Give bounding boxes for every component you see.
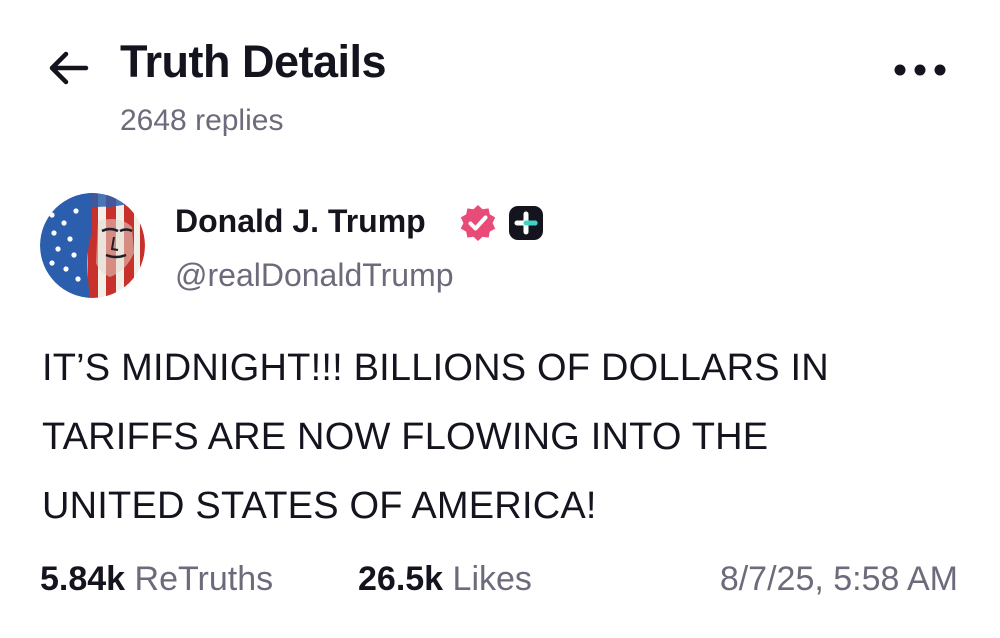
likes-count: 26.5k (358, 560, 444, 598)
page-header: Truth Details 2648 replies (0, 0, 1000, 170)
avatar[interactable] (40, 193, 145, 298)
more-options-button[interactable] (888, 50, 952, 90)
post-author: Donald J. Trump @realDonaldTrump (40, 193, 960, 303)
retruths-stat[interactable]: 5.84k ReTruths (40, 560, 273, 599)
author-handle[interactable]: @realDonaldTrump (175, 257, 454, 294)
likes-stat[interactable]: 26.5k Likes (358, 560, 532, 599)
author-badges (458, 203, 544, 243)
replies-count[interactable]: 2648 replies (120, 104, 283, 138)
author-name[interactable]: Donald J. Trump (175, 203, 426, 240)
back-button[interactable] (44, 44, 92, 92)
page-title: Truth Details (120, 36, 387, 87)
plus-badge-icon (509, 206, 543, 240)
post-timestamp: 8/7/25, 5:58 AM (719, 560, 958, 598)
post-stats: 5.84k ReTruths 26.5k Likes 8/7/25, 5:58 … (40, 560, 960, 606)
retruths-label: ReTruths (134, 560, 274, 598)
more-horizontal-icon (894, 64, 946, 76)
likes-label: Likes (452, 560, 532, 598)
avatar-image (40, 193, 145, 298)
post-text: IT’S MIDNIGHT!!! BILLIONS OF DOLLARS IN … (42, 347, 829, 527)
verified-badge-icon (460, 205, 496, 241)
retruths-count: 5.84k (40, 560, 126, 598)
arrow-left-icon (49, 51, 89, 85)
